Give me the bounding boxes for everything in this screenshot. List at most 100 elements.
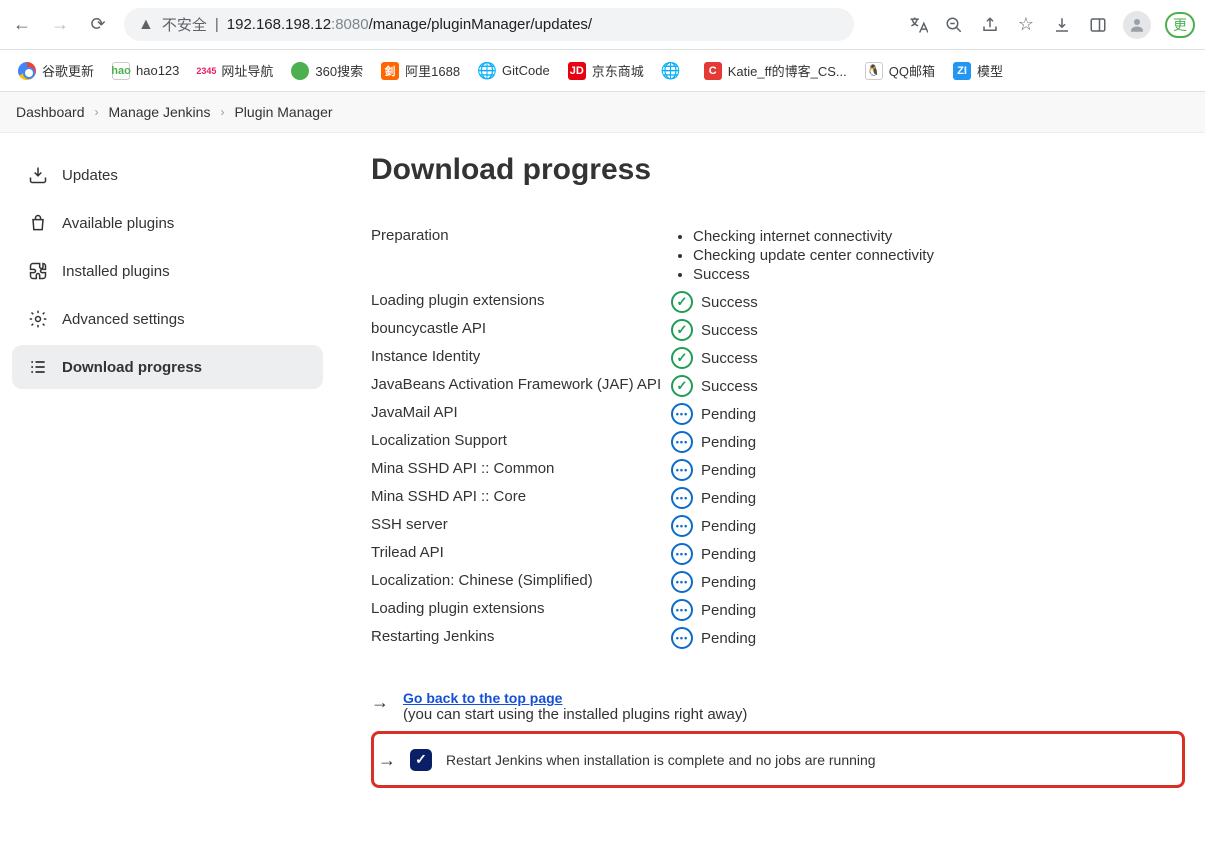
pending-icon: ••• — [671, 515, 693, 537]
translate-icon[interactable] — [907, 14, 929, 36]
address-bar[interactable]: ▲ 不安全 | 192.168.198.12:8080/manage/plugi… — [124, 8, 854, 41]
status-cell: •••Pending — [671, 624, 1185, 652]
status-cell: ••• Pending — [671, 456, 1185, 484]
360-icon — [291, 62, 309, 80]
qq-icon: 🐧 — [865, 62, 883, 80]
status-cell: ••• Pending — [671, 428, 1185, 456]
pending-icon: ••• — [671, 543, 693, 565]
status-cell: •••Pending — [671, 568, 1185, 596]
arrow-right-icon: → — [371, 692, 389, 713]
actions: → Go back to the top page (you can start… — [371, 682, 1185, 788]
reload-button[interactable]: ⟳ — [86, 13, 110, 37]
zoom-icon[interactable] — [943, 14, 965, 36]
go-back-row: → Go back to the top page (you can start… — [371, 682, 1185, 731]
bookmark-item[interactable]: 360搜索 — [291, 61, 363, 80]
sidebar-item-advanced[interactable]: Advanced settings — [12, 297, 323, 341]
pending-icon: ••• — [671, 487, 693, 509]
status-cell: ••• Pending — [671, 484, 1185, 512]
plugin-name: Mina SSHD API :: Common — [371, 456, 671, 481]
plugin-name: JavaBeans Activation Framework (JAF) API — [371, 372, 671, 397]
chevron-right-icon: › — [95, 105, 99, 119]
status-text: Pending — [701, 406, 756, 423]
status-text: Success — [701, 294, 758, 311]
sidebar-item-download-progress[interactable]: Download progress — [12, 345, 323, 389]
forward-button[interactable]: → — [48, 13, 72, 37]
bookmark-item[interactable]: 谷歌更新 — [18, 61, 94, 80]
pending-icon: ••• — [671, 459, 693, 481]
2345-icon: 2345 — [197, 62, 215, 80]
page-title: Download progress — [371, 153, 1185, 187]
sidebar-item-available[interactable]: Available plugins — [12, 201, 323, 245]
profile-avatar[interactable] — [1123, 11, 1151, 39]
list-item: Checking internet connectivity — [693, 227, 1185, 246]
status-cell: ✓Success — [671, 372, 1185, 400]
globe-icon: 🌐 — [662, 62, 680, 80]
status-cell: ✓ Success — [671, 344, 1185, 372]
status-text: Pending — [701, 462, 756, 479]
bookmark-item[interactable]: 🌐 — [662, 62, 686, 80]
gear-icon — [28, 309, 48, 329]
plugin-name: Loading plugin extensions — [371, 596, 671, 621]
pending-icon: ••• — [671, 599, 693, 621]
restart-box: → ✓ Restart Jenkins when installation is… — [371, 731, 1185, 788]
list-item: Checking update center connectivity — [693, 246, 1185, 265]
browser-toolbar: ← → ⟳ ▲ 不安全 | 192.168.198.12:8080/manage… — [0, 0, 1205, 50]
bag-icon — [28, 213, 48, 233]
status-cell: ✓Success — [671, 316, 1185, 344]
progress-table: Preparation Checking internet connectivi… — [371, 223, 1185, 652]
bookmark-item[interactable]: haohao123 — [112, 62, 179, 80]
sidepanel-icon[interactable] — [1087, 14, 1109, 36]
preparation-list: Checking internet connectivity Checking … — [671, 227, 1185, 284]
check-icon: ✓ — [671, 319, 693, 341]
back-button[interactable]: ← — [10, 13, 34, 37]
sidebar-item-label: Installed plugins — [62, 263, 170, 280]
share-icon[interactable] — [979, 14, 1001, 36]
breadcrumb-manage-jenkins[interactable]: Manage Jenkins — [109, 104, 211, 120]
pending-icon: ••• — [671, 403, 693, 425]
bookmark-item[interactable]: 🐧QQ邮箱 — [865, 61, 935, 80]
sidebar-item-installed[interactable]: Installed plugins — [12, 249, 323, 293]
bookmarks-bar: 谷歌更新 haohao123 2345网址导航 360搜索 釗阿里1688 🌐G… — [0, 50, 1205, 92]
go-back-link[interactable]: Go back to the top page — [403, 690, 562, 706]
plugin-name: Instance Identity — [371, 344, 671, 369]
pending-icon: ••• — [671, 431, 693, 453]
status-text: Pending — [701, 518, 756, 535]
pending-icon: ••• — [671, 627, 693, 649]
breadcrumb-plugin-manager[interactable]: Plugin Manager — [234, 104, 332, 120]
toolbar-icons: ☆ 更 — [907, 11, 1195, 39]
status-cell: ••• Pending — [671, 512, 1185, 540]
check-icon: ✓ — [671, 291, 693, 313]
list-item: Success — [693, 265, 1185, 284]
bookmark-item[interactable]: ZI模型 — [953, 61, 1003, 80]
arrow-right-icon: → — [378, 750, 396, 771]
breadcrumb: Dashboard › Manage Jenkins › Plugin Mana… — [0, 92, 1205, 133]
bookmark-star-icon[interactable]: ☆ — [1015, 14, 1037, 36]
bookmark-item[interactable]: 2345网址导航 — [197, 61, 273, 80]
main-content: Download progress Preparation Checking i… — [335, 153, 1205, 828]
extension-pill[interactable]: 更 — [1165, 12, 1195, 38]
1688-icon: 釗 — [381, 62, 399, 80]
status-text: Pending — [701, 574, 756, 591]
status-text: Pending — [701, 434, 756, 451]
check-icon: ✓ — [671, 347, 693, 369]
chevron-right-icon: › — [220, 105, 224, 119]
breadcrumb-dashboard[interactable]: Dashboard — [16, 104, 85, 120]
sidebar-item-updates[interactable]: Updates — [12, 153, 323, 197]
plugin-name: Localization Support — [371, 428, 671, 453]
plugin-name: Trilead API — [371, 540, 671, 565]
globe-icon: 🌐 — [478, 62, 496, 80]
puzzle-icon — [28, 261, 48, 281]
plugin-name: Loading plugin extensions — [371, 288, 671, 313]
download-icon[interactable] — [1051, 14, 1073, 36]
bookmark-item[interactable]: 釗阿里1688 — [381, 61, 460, 80]
status-text: Pending — [701, 490, 756, 507]
zl-icon: ZI — [953, 62, 971, 80]
bookmark-item[interactable]: CKatie_ff的博客_CS... — [704, 61, 847, 80]
bookmark-item[interactable]: 🌐GitCode — [478, 62, 550, 80]
bookmark-item[interactable]: JD京东商城 — [568, 61, 644, 80]
status-cell: ••• Pending — [671, 400, 1185, 428]
plugin-name: Mina SSHD API :: Core — [371, 484, 671, 509]
not-secure-label: 不安全 — [162, 14, 207, 35]
status-text: Success — [701, 350, 758, 367]
restart-checkbox[interactable]: ✓ — [410, 749, 432, 771]
